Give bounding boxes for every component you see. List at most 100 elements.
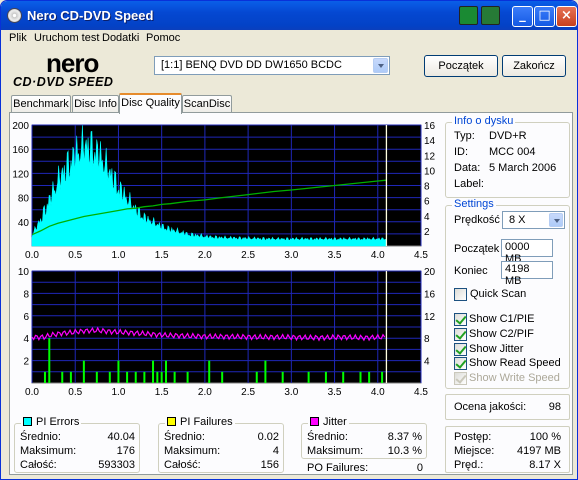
x-tick-label: 2.0 <box>198 387 212 398</box>
menu-extras[interactable]: Dodatki <box>102 32 139 44</box>
speed-readout-value: 8.17 X <box>529 459 561 471</box>
quality-score-label: Ocena jakości: <box>454 401 527 413</box>
minimize-button[interactable]: _ <box>512 6 533 27</box>
show-write-speed-label: Show Write Speed <box>469 372 560 384</box>
chevron-down-icon[interactable] <box>373 58 388 73</box>
x-tick-label: 0.5 <box>68 387 82 398</box>
jitter-max-label: Maksimum: <box>307 445 364 457</box>
y-tick-label: 8 <box>23 289 29 300</box>
y-tick-label: 160 <box>12 145 29 156</box>
settings-title: Settings <box>452 198 496 210</box>
show-c1-pie-checkbox[interactable] <box>454 313 467 326</box>
y2-tick-label: 4 <box>424 357 430 368</box>
menu-help[interactable]: Pomoc <box>146 32 180 44</box>
disc-date-label: Data: <box>454 162 481 174</box>
position-label: Miejsce: <box>454 445 495 457</box>
y2-tick-label: 8 <box>424 334 430 345</box>
start-mb-input[interactable]: 0000 MB <box>501 239 553 265</box>
y-tick-label: 4 <box>23 334 29 345</box>
y2-tick-label: 20 <box>424 267 436 278</box>
menu-run-test[interactable]: Uruchom test <box>34 32 99 44</box>
pi-failures-avg-value: 0.02 <box>257 431 279 443</box>
pi-failures-max-value: 4 <box>272 445 279 457</box>
y2-tick-label: 2 <box>424 227 430 238</box>
disc-info-title: Info o dysku <box>452 115 516 127</box>
progress-value: 100 % <box>529 431 561 443</box>
pi-errors-max-label: Maksimum: <box>20 445 77 457</box>
tab-disc-quality[interactable]: Disc Quality <box>119 93 182 114</box>
y2-tick-label: 8 <box>424 182 430 193</box>
jitter-title-wrap: Jitter <box>308 416 349 428</box>
title-bar[interactable]: Nero CD-DVD Speed _ □ × <box>1 1 577 30</box>
chevron-down-icon[interactable] <box>549 213 563 227</box>
pi-failures-total-value: 156 <box>260 459 279 471</box>
speed-select[interactable]: 8 X <box>502 211 565 229</box>
x-tick-label: 0.0 <box>25 250 39 261</box>
stop-button[interactable]: Zakończ <box>502 55 566 77</box>
save-icon[interactable] <box>459 6 478 25</box>
show-read-speed-checkbox[interactable] <box>454 357 467 370</box>
end-mb-input[interactable]: 4198 MB <box>501 261 553 287</box>
pi-errors-total-value: 593303 <box>98 459 135 471</box>
app-window: Nero CD-DVD Speed _ □ × Plik Uruchom tes… <box>0 0 578 480</box>
end-mb-label: Koniec <box>454 265 488 277</box>
y-tick-label: 2 <box>23 357 29 368</box>
quality-score-box: Ocena jakości: 98 <box>445 394 570 420</box>
pi-errors-swatch <box>23 417 32 426</box>
speed-label: Prędkość <box>454 214 500 226</box>
disc-type-value: DVD+R <box>489 130 527 142</box>
x-tick-label: 3.0 <box>284 250 298 261</box>
tab-benchmark[interactable]: Benchmark <box>11 95 71 113</box>
app-disc-icon <box>7 8 22 23</box>
show-jitter-label: Show Jitter <box>469 343 524 355</box>
x-tick-label: 0.5 <box>68 250 82 261</box>
disc-date-value: 5 March 2006 <box>489 162 557 174</box>
x-tick-label: 1.0 <box>111 387 125 398</box>
y-tick-label: 200 <box>12 121 29 132</box>
menu-file[interactable]: Plik <box>9 32 27 44</box>
drive-select[interactable]: [1:1] BENQ DVD DD DW1650 BCDC <box>154 56 390 75</box>
x-tick-label: 3.5 <box>328 387 342 398</box>
x-tick-label: 4.5 <box>414 387 428 398</box>
y2-tick-label: 6 <box>424 197 430 208</box>
start-button[interactable]: Początek <box>424 55 498 77</box>
pi-failures-group: PI Failures Średnio: 0.02 Maksimum: 4 Ca… <box>158 416 284 473</box>
x-tick-label: 1.0 <box>111 250 125 261</box>
show-c2-pif-checkbox[interactable] <box>454 328 467 341</box>
show-jitter-checkbox[interactable] <box>454 343 467 356</box>
pi-errors-title-wrap: PI Errors <box>21 416 82 428</box>
speed-readout-label: Pręd.: <box>454 459 484 471</box>
jitter-title: Jitter <box>323 416 347 428</box>
y-tick-label: 10 <box>18 267 30 278</box>
tab-disc-info[interactable]: Disc Info <box>72 95 119 113</box>
y2-tick-label: 16 <box>424 121 436 132</box>
x-tick-label: 3.5 <box>328 250 342 261</box>
y2-tick-label: 10 <box>424 166 436 177</box>
disc-label-label: Label: <box>454 178 484 190</box>
disc-quality-charts: 0.0 0.5 1.0 1.5 2.0 2.5 3.0 3.5 4.0 4.54080120160… <box>12 121 439 414</box>
show-read-speed-label: Show Read Speed <box>469 357 561 369</box>
pi-failures-max-label: Maksimum: <box>164 445 221 457</box>
pi-failures-title-wrap: PI Failures <box>165 416 235 428</box>
y-tick-label: 80 <box>18 194 30 205</box>
pi-errors-max-value: 176 <box>116 445 135 457</box>
quick-scan-label: Quick Scan <box>470 288 527 300</box>
start-mb-label: Początek <box>454 243 500 255</box>
settings-group: Settings Prędkość 8 X Początek 0000 MB K… <box>445 198 570 389</box>
quick-scan-checkbox[interactable] <box>454 288 467 301</box>
x-tick-label: 2.5 <box>241 250 255 261</box>
close-button[interactable]: × <box>556 6 577 27</box>
y2-tick-label: 12 <box>424 151 436 162</box>
exit-icon[interactable] <box>481 6 500 25</box>
disc-id-value: MCC 004 <box>489 146 536 158</box>
x-tick-label: 2.5 <box>241 387 255 398</box>
pi-failures-total-label: Całość: <box>164 459 201 471</box>
nero-logo: nero CD·DVD SPEED <box>11 48 151 90</box>
quality-score-value: 98 <box>548 401 561 413</box>
tab-scandisc[interactable]: ScanDisc <box>182 95 232 113</box>
x-tick-label: 4.5 <box>414 250 428 261</box>
disc-type-label: Typ: <box>454 130 475 142</box>
jitter-max-value: 10.3 % <box>387 445 422 457</box>
progress-box: Postęp: 100 % Miejsce: 4197 MB Pręd.: 8.… <box>445 426 570 473</box>
maximize-button[interactable]: □ <box>534 6 555 27</box>
